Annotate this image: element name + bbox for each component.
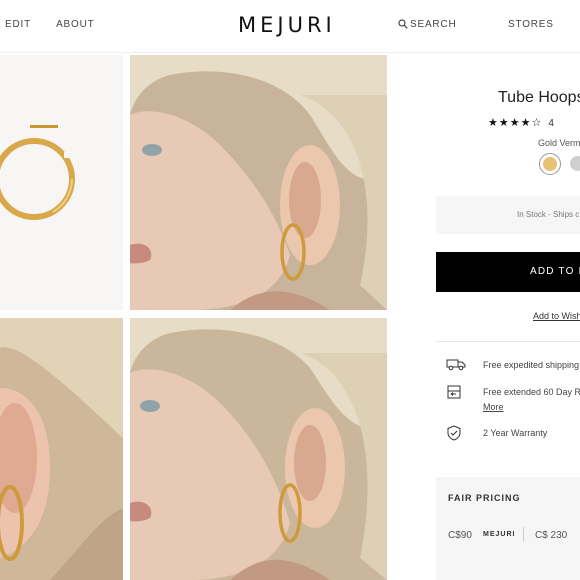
add-to-bag-button[interactable]: ADD TO B: [436, 252, 580, 292]
nav-left: E EDIT ABOUT: [0, 19, 117, 30]
variant-label: Gold Verm: [538, 138, 580, 148]
brand-logo[interactable]: MEJURI: [238, 13, 336, 37]
star-icon: ★: [488, 117, 499, 129]
star-icon: ★: [498, 117, 510, 129]
perk-text: Free expedited shipping c: [483, 360, 580, 370]
divider: [436, 341, 580, 342]
model-image-ear[interactable]: [0, 318, 123, 580]
swatch-silver[interactable]: [570, 156, 580, 171]
traditional-price: C$ 230: [535, 530, 568, 541]
truck-icon: [446, 359, 466, 371]
returns-more-link[interactable]: More: [483, 402, 504, 412]
our-price: C$90: [448, 530, 472, 541]
fair-pricing-box: FAIR PRICING C$90 MEJURI C$ 230: [436, 477, 580, 580]
search-label: SEARCH: [410, 19, 457, 30]
add-to-bag-label: ADD TO B: [530, 266, 580, 277]
nav-item-edit[interactable]: E EDIT: [0, 19, 31, 30]
search-button[interactable]: SEARCH: [398, 19, 456, 30]
shield-check-icon: [447, 425, 461, 441]
swatch-gold[interactable]: [539, 153, 561, 175]
product-panel: Tube Hoops ★★★★☆ 4 Gold Verm In Stock - S…: [436, 55, 580, 580]
star-icon: ★: [509, 117, 521, 129]
return-box-icon: [447, 385, 461, 399]
model-image-side-1[interactable]: [130, 55, 387, 310]
price-brand-label: MEJURI: [483, 531, 516, 538]
review-count[interactable]: 4: [548, 118, 554, 129]
perk-text: 2 Year Warranty: [483, 428, 548, 438]
perk-text: Free extended 60 Day R: [483, 387, 580, 397]
divider: [523, 527, 524, 542]
star-icon: ★: [520, 117, 532, 129]
stock-text: In Stock - Ships c: [517, 210, 580, 219]
product-title: Tube Hoops: [498, 89, 580, 106]
star-empty-icon: ☆: [531, 117, 543, 129]
stock-banner: In Stock - Ships c: [436, 196, 580, 234]
fair-pricing-title: FAIR PRICING: [448, 493, 521, 503]
search-icon: [398, 19, 408, 29]
model-image-side-2[interactable]: [130, 318, 387, 580]
product-image-hoop[interactable]: [0, 55, 123, 310]
rating-stars[interactable]: ★★★★☆ 4: [488, 116, 554, 129]
nav-item-stores[interactable]: STORES: [508, 19, 554, 30]
add-to-wishlist-link[interactable]: Add to Wish: [533, 311, 580, 321]
site-header: E EDIT ABOUT MEJURI SEARCH STORES: [0, 0, 580, 53]
nav-item-about[interactable]: ABOUT: [56, 19, 94, 30]
